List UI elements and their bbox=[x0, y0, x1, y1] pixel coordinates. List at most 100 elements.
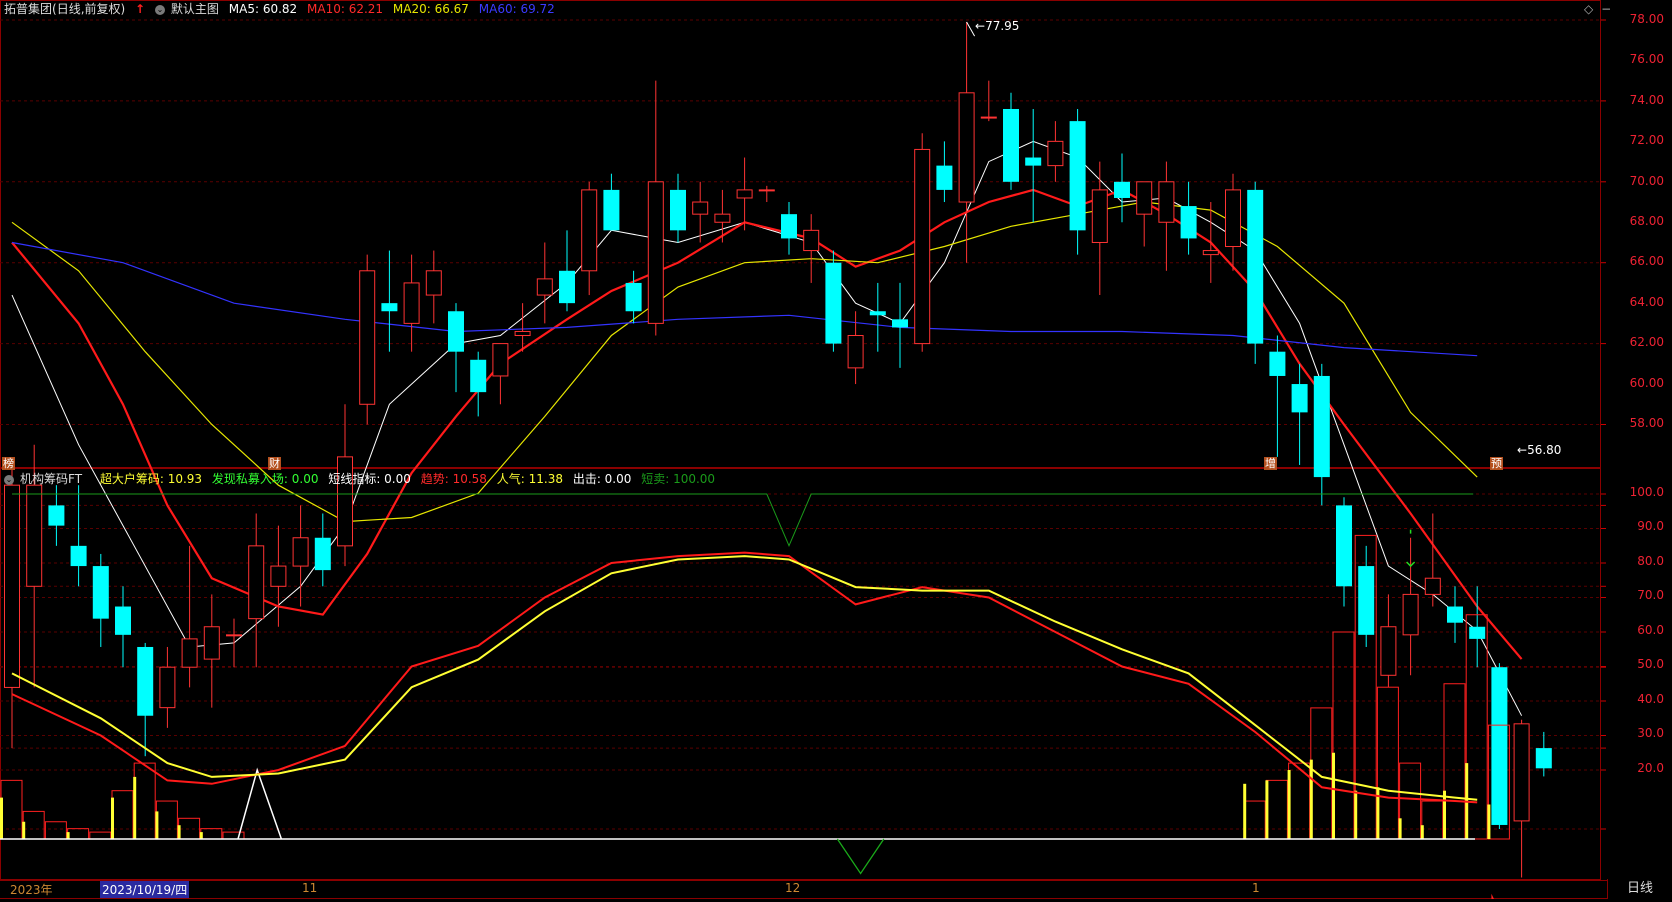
candle-body-down bbox=[1269, 351, 1286, 376]
event-marker-forecast[interactable]: 预 bbox=[1490, 457, 1503, 470]
sub-signal-bar bbox=[0, 797, 3, 839]
sub-volume-bar bbox=[1376, 686, 1399, 840]
candle-body-up bbox=[226, 634, 242, 637]
candle-body-down bbox=[625, 282, 642, 312]
price-tick: 64.00 bbox=[1629, 295, 1664, 309]
candle-body-down bbox=[1114, 181, 1130, 198]
candle-body-down bbox=[825, 262, 842, 344]
sub-volume-bar bbox=[1399, 762, 1422, 840]
price-tick: 66.00 bbox=[1629, 254, 1664, 268]
date-month-12: 12 bbox=[785, 881, 801, 895]
candle-body-down bbox=[1291, 384, 1308, 413]
sub-volume-bar bbox=[67, 828, 90, 840]
ma60-label: MA60: 69.72 bbox=[478, 2, 555, 16]
candle-body-down bbox=[137, 646, 154, 716]
candle-body-up bbox=[1047, 140, 1064, 167]
sub-volume-bar bbox=[133, 762, 156, 840]
short-index-label: 短线指标: 0.00 bbox=[328, 472, 411, 486]
sub-tick: 40.0 bbox=[1637, 692, 1664, 706]
sub-signal-bar bbox=[1332, 752, 1335, 839]
sub-signal-bar bbox=[1354, 790, 1358, 839]
short-sell-label: 短卖: 100.00 bbox=[641, 472, 716, 486]
candle-body-up bbox=[181, 638, 198, 668]
candle-body-up bbox=[1136, 181, 1153, 215]
candle-body-up bbox=[1091, 189, 1108, 243]
period-button[interactable]: 日线 bbox=[1607, 879, 1672, 899]
candle-body-down bbox=[381, 303, 398, 312]
sub-volume-bar bbox=[1310, 707, 1333, 840]
candle-body-up bbox=[492, 343, 509, 377]
candle-body-down bbox=[936, 165, 953, 190]
candle-body-up bbox=[514, 330, 531, 337]
candle-body-down bbox=[1003, 108, 1019, 182]
price-tick: 70.00 bbox=[1629, 174, 1664, 188]
exit-label: 出击: 0.00 bbox=[572, 472, 632, 486]
private-entry-label: 发现私募入场: 0.00 bbox=[211, 472, 319, 486]
candle-body-down bbox=[781, 214, 797, 239]
ma10-label: MA10: 62.21 bbox=[307, 2, 384, 16]
sub-tick: 100.0 bbox=[1629, 485, 1664, 499]
candle-body-up bbox=[581, 189, 598, 272]
ma20-label: MA20: 66.67 bbox=[392, 2, 469, 16]
trend-line bbox=[11, 551, 1478, 804]
chart-canvas[interactable] bbox=[0, 0, 1672, 902]
main-indicator-name[interactable]: 默认主图 bbox=[171, 2, 219, 16]
collapse-sub-icon[interactable]: ⌄ bbox=[4, 474, 14, 485]
candle-body-up bbox=[292, 537, 309, 567]
stock-name[interactable]: 拓普集团 bbox=[4, 2, 52, 16]
sub-indicator-name[interactable]: 机构筹码FT bbox=[20, 472, 82, 486]
price-tick: 72.00 bbox=[1629, 133, 1664, 147]
event-marker-increase[interactable]: 增 bbox=[1264, 457, 1277, 470]
candle-body-up bbox=[1225, 189, 1241, 248]
sub-volume-bar bbox=[0, 779, 23, 840]
sub-signal-bar bbox=[1443, 790, 1446, 839]
sub-signal-bar bbox=[1309, 759, 1313, 839]
rise-arrow-icon: ↑ bbox=[135, 2, 146, 16]
low-price-annotation: ←56.80 bbox=[1517, 443, 1562, 457]
sub-volume-bar bbox=[200, 828, 223, 840]
candle-body-up bbox=[736, 189, 753, 199]
candle-body-down bbox=[892, 319, 908, 328]
candle-body-down bbox=[1025, 157, 1042, 166]
candle-body-down bbox=[70, 545, 87, 567]
ma5-label: MA5: 60.82 bbox=[228, 2, 298, 16]
collapse-icon[interactable]: ⌄ bbox=[154, 4, 165, 15]
sub-tick: 70.0 bbox=[1637, 588, 1664, 602]
diamond-icon[interactable]: ◇ bbox=[1584, 2, 1593, 16]
date-month-1: 1 bbox=[1252, 881, 1260, 895]
price-tick: 58.00 bbox=[1629, 416, 1664, 430]
sub-tick: 20.0 bbox=[1637, 761, 1664, 775]
sub-volume-bar bbox=[44, 821, 67, 840]
sub-signal-bar bbox=[1487, 804, 1491, 839]
candle-body-down bbox=[92, 566, 109, 619]
candle-body-up bbox=[692, 201, 709, 215]
sub-volume-bar bbox=[1443, 683, 1466, 840]
sub-signal-bar bbox=[155, 811, 159, 839]
price-tick: 74.00 bbox=[1629, 93, 1664, 107]
trend-label: 趋势: 10.58 bbox=[420, 472, 487, 486]
main-panel-frame bbox=[0, 0, 1601, 468]
candle-body-up bbox=[958, 92, 975, 203]
event-marker-list[interactable]: 榜 bbox=[2, 457, 15, 470]
candle-body-up bbox=[1202, 250, 1219, 256]
candle-body-down bbox=[1247, 189, 1264, 344]
sub-signal-bar bbox=[199, 832, 203, 839]
event-marker-report[interactable]: 财 bbox=[268, 457, 281, 470]
sub-signal-bar bbox=[1265, 780, 1269, 839]
sub-panel-frame bbox=[0, 468, 1601, 880]
price-tick: 62.00 bbox=[1629, 335, 1664, 349]
candle-body-up bbox=[758, 189, 775, 192]
sub-tick: 80.0 bbox=[1637, 554, 1664, 568]
sub-signal-bar bbox=[111, 797, 114, 839]
candle-body-up bbox=[1424, 577, 1441, 595]
sub-chart-header: ⌄ 机构筹码FT 超大户筹码: 10.93 发现私募入场: 0.00 短线指标: … bbox=[4, 470, 721, 488]
sub-signal-bar bbox=[177, 825, 181, 839]
candle-body-up bbox=[1158, 181, 1175, 223]
candle-body-up bbox=[803, 229, 820, 252]
selected-date-label[interactable]: 2023/10/19/四 bbox=[100, 881, 190, 898]
candle-body-down bbox=[448, 311, 464, 352]
sub-volume-bar bbox=[222, 831, 245, 840]
sub-tick: 30.0 bbox=[1637, 726, 1664, 740]
sub-volume-bar bbox=[111, 790, 134, 840]
sub-signal-bar bbox=[1398, 818, 1402, 839]
